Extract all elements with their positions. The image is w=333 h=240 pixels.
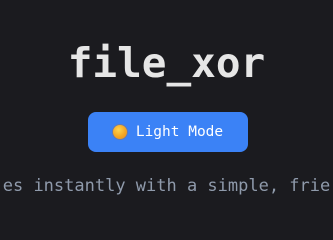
theme-toggle-button[interactable]: Light Mode — [88, 112, 248, 152]
tagline: es instantly with a simple, frie — [2, 176, 331, 196]
sun-icon — [112, 125, 127, 139]
app-title: file_xor — [67, 39, 266, 87]
app-page: file_xor Light Mode es instantly with a … — [0, 0, 333, 222]
theme-toggle-label: Light Mode — [135, 124, 224, 140]
